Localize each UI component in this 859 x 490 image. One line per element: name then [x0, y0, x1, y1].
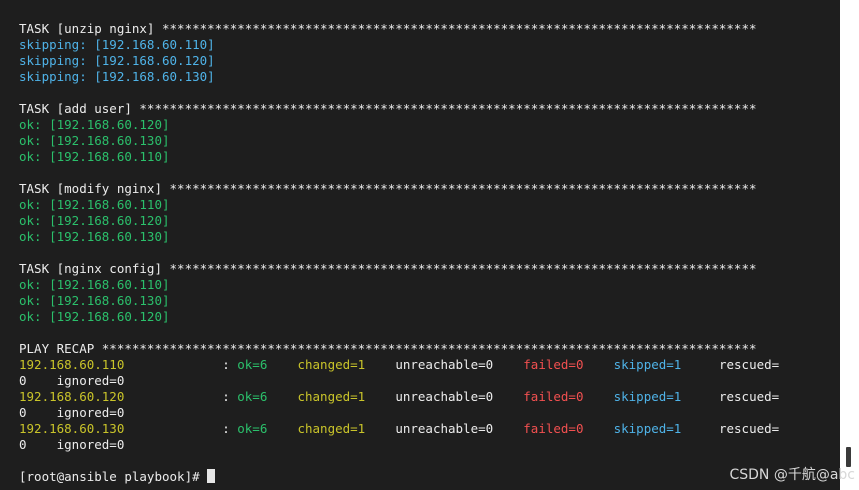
task-result-text: ok: [192.168.60.120]: [19, 117, 170, 132]
terminal-output: TASK [unzip nginx] *********************…: [19, 21, 834, 485]
recap-ok: ok=6: [237, 421, 268, 436]
recap-separator: :: [124, 421, 238, 436]
recap-failed: failed=0: [523, 357, 584, 372]
task-header: TASK [modify nginx] ********************…: [19, 181, 834, 197]
task-result-line: ok: [192.168.60.120]: [19, 309, 834, 325]
scrollbar-track[interactable]: [840, 0, 859, 490]
recap-row-continued: 0 ignored=0: [19, 437, 834, 453]
task-result-line: ok: [192.168.60.130]: [19, 133, 834, 149]
task-header-text: TASK [nginx config] ********************…: [19, 261, 757, 276]
recap-row-continued: 0 ignored=0: [19, 405, 834, 421]
recap-host: 192.168.60.130: [19, 421, 125, 436]
task-result-line: skipping: [192.168.60.120]: [19, 53, 834, 69]
recap-rescued: rescued=: [718, 421, 780, 436]
task-result-line: ok: [192.168.60.130]: [19, 229, 834, 245]
task-result-text: ok: [192.168.60.120]: [19, 309, 170, 324]
task-result-line: ok: [192.168.60.120]: [19, 213, 834, 229]
recap-header: PLAY RECAP *****************************…: [19, 341, 834, 357]
recap-ok: ok=6: [237, 389, 268, 404]
task-result-line: skipping: [192.168.60.130]: [19, 69, 834, 85]
recap-changed: changed=1: [297, 357, 366, 372]
recap-unreachable: unreachable=0: [395, 389, 494, 404]
task-result-line: ok: [192.168.60.110]: [19, 197, 834, 213]
recap-ignored: 0 ignored=0: [19, 405, 125, 420]
shell-prompt: [root@ansible playbook]#: [19, 469, 208, 484]
task-result-text: skipping: [192.168.60.120]: [19, 53, 215, 68]
task-result-text: skipping: [192.168.60.130]: [19, 69, 215, 84]
recap-host: 192.168.60.110: [19, 357, 125, 372]
recap-skipped: skipped=1: [613, 357, 682, 372]
task-header: TASK [nginx config] ********************…: [19, 261, 834, 277]
recap-changed: changed=1: [297, 389, 366, 404]
task-header-text: TASK [modify nginx] ********************…: [19, 181, 757, 196]
terminal-window[interactable]: TASK [unzip nginx] *********************…: [0, 0, 840, 490]
recap-skipped: skipped=1: [613, 421, 682, 436]
recap-unreachable: unreachable=0: [395, 421, 494, 436]
recap-rescued: rescued=: [718, 357, 780, 372]
task-result-line: ok: [192.168.60.120]: [19, 117, 834, 133]
recap-separator: :: [124, 357, 238, 372]
recap-ok: ok=6: [237, 357, 268, 372]
recap-separator: :: [124, 389, 238, 404]
recap-row: 192.168.60.130 : ok=6 changed=1 unreacha…: [19, 421, 834, 437]
task-header: TASK [unzip nginx] *********************…: [19, 21, 834, 37]
task-result-line: ok: [192.168.60.110]: [19, 149, 834, 165]
recap-failed: failed=0: [523, 389, 584, 404]
task-result-line: ok: [192.168.60.130]: [19, 293, 834, 309]
recap-row: 192.168.60.120 : ok=6 changed=1 unreacha…: [19, 389, 834, 405]
task-result-text: ok: [192.168.60.120]: [19, 213, 170, 228]
recap-row-continued: 0 ignored=0: [19, 373, 834, 389]
task-result-text: ok: [192.168.60.130]: [19, 293, 170, 308]
task-header: TASK [add user] ************************…: [19, 101, 834, 117]
task-result-text: ok: [192.168.60.130]: [19, 133, 170, 148]
recap-header-text: PLAY RECAP *****************************…: [19, 341, 757, 356]
recap-ignored: 0 ignored=0: [19, 437, 125, 452]
prompt-line: [root@ansible playbook]#: [19, 469, 834, 485]
recap-unreachable: unreachable=0: [395, 357, 494, 372]
recap-ignored: 0 ignored=0: [19, 373, 125, 388]
task-header-text: TASK [add user] ************************…: [19, 101, 757, 116]
task-result-text: ok: [192.168.60.130]: [19, 229, 170, 244]
recap-rescued: rescued=: [718, 389, 780, 404]
recap-host: 192.168.60.120: [19, 389, 125, 404]
text-cursor: [207, 469, 216, 483]
task-result-line: skipping: [192.168.60.110]: [19, 37, 834, 53]
task-result-text: ok: [192.168.60.110]: [19, 197, 170, 212]
task-result-text: ok: [192.168.60.110]: [19, 277, 170, 292]
recap-skipped: skipped=1: [613, 389, 682, 404]
task-result-text: ok: [192.168.60.110]: [19, 149, 170, 164]
task-result-line: ok: [192.168.60.110]: [19, 277, 834, 293]
task-header-text: TASK [unzip nginx] *********************…: [19, 21, 757, 36]
recap-row: 192.168.60.110 : ok=6 changed=1 unreacha…: [19, 357, 834, 373]
task-result-text: skipping: [192.168.60.110]: [19, 37, 215, 52]
csdn-watermark: CSDN @千航@abc: [729, 467, 855, 483]
recap-changed: changed=1: [297, 421, 366, 436]
recap-failed: failed=0: [523, 421, 584, 436]
